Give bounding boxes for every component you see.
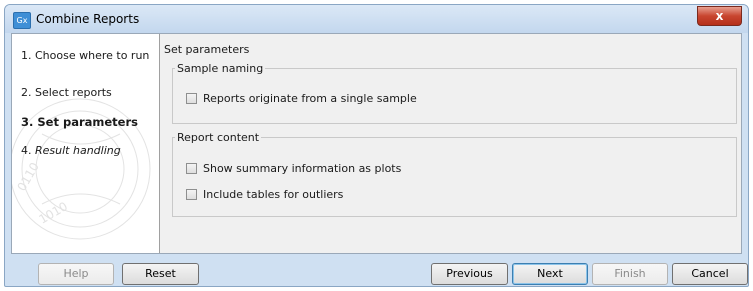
- wizard-step-choose-where-to-run[interactable]: 1. Choose where to run: [21, 49, 149, 62]
- wizard-step-select-reports[interactable]: 2. Select reports: [21, 86, 112, 99]
- svg-text:0110: 0110: [14, 160, 41, 193]
- checkbox-label: Include tables for outliers: [203, 188, 344, 201]
- step-label: Select reports: [35, 86, 112, 99]
- outlier-tables-checkbox[interactable]: [186, 189, 197, 200]
- cancel-button[interactable]: Cancel: [672, 263, 748, 285]
- checkbox-label: Reports originate from a single sample: [203, 92, 417, 105]
- reset-button[interactable]: Reset: [122, 263, 199, 285]
- report-content-group: Report content Show summary information …: [172, 131, 737, 217]
- window-title: Combine Reports: [36, 12, 140, 26]
- step-label: Result handling: [35, 144, 121, 157]
- checkbox-label: Show summary information as plots: [203, 162, 402, 175]
- close-button[interactable]: x: [697, 6, 742, 26]
- combine-reports-dialog: Gx Combine Reports x 0110 1010 1. Choose…: [4, 4, 749, 287]
- parameters-panel: Set parameters Sample naming Reports ori…: [160, 34, 741, 253]
- single-sample-checkbox[interactable]: [186, 93, 197, 104]
- finish-button[interactable]: Finish: [592, 263, 668, 285]
- sample-naming-group: Sample naming Reports originate from a s…: [172, 62, 737, 124]
- step-label: Choose where to run: [35, 49, 150, 62]
- group-title: Sample naming: [177, 62, 264, 75]
- step-number: 1.: [21, 49, 32, 62]
- next-button[interactable]: Next: [512, 263, 588, 285]
- dialog-body: 0110 1010 1. Choose where to run 2. Sele…: [11, 33, 742, 254]
- title-bar: Gx Combine Reports x: [5, 5, 748, 33]
- group-title: Report content: [177, 131, 260, 144]
- summary-plots-checkbox[interactable]: [186, 163, 197, 174]
- wizard-step-set-parameters[interactable]: 3. Set parameters: [21, 115, 138, 129]
- app-logo-icon: Gx: [13, 12, 31, 29]
- wizard-steps-sidebar: 0110 1010 1. Choose where to run 2. Sele…: [12, 34, 160, 253]
- step-number: 4.: [21, 144, 32, 157]
- help-button[interactable]: Help: [38, 263, 114, 285]
- wizard-step-result-handling[interactable]: 4. Result handling: [21, 144, 121, 157]
- page-title: Set parameters: [164, 43, 250, 56]
- step-label: Set parameters: [37, 115, 138, 129]
- single-sample-checkbox-row[interactable]: Reports originate from a single sample: [186, 92, 417, 105]
- dna-watermark-icon: 0110 1010: [12, 98, 151, 240]
- summary-plots-checkbox-row[interactable]: Show summary information as plots: [186, 162, 401, 175]
- previous-button[interactable]: Previous: [431, 263, 508, 285]
- outlier-tables-checkbox-row[interactable]: Include tables for outliers: [186, 188, 343, 201]
- step-number: 3.: [21, 115, 34, 129]
- step-number: 2.: [21, 86, 32, 99]
